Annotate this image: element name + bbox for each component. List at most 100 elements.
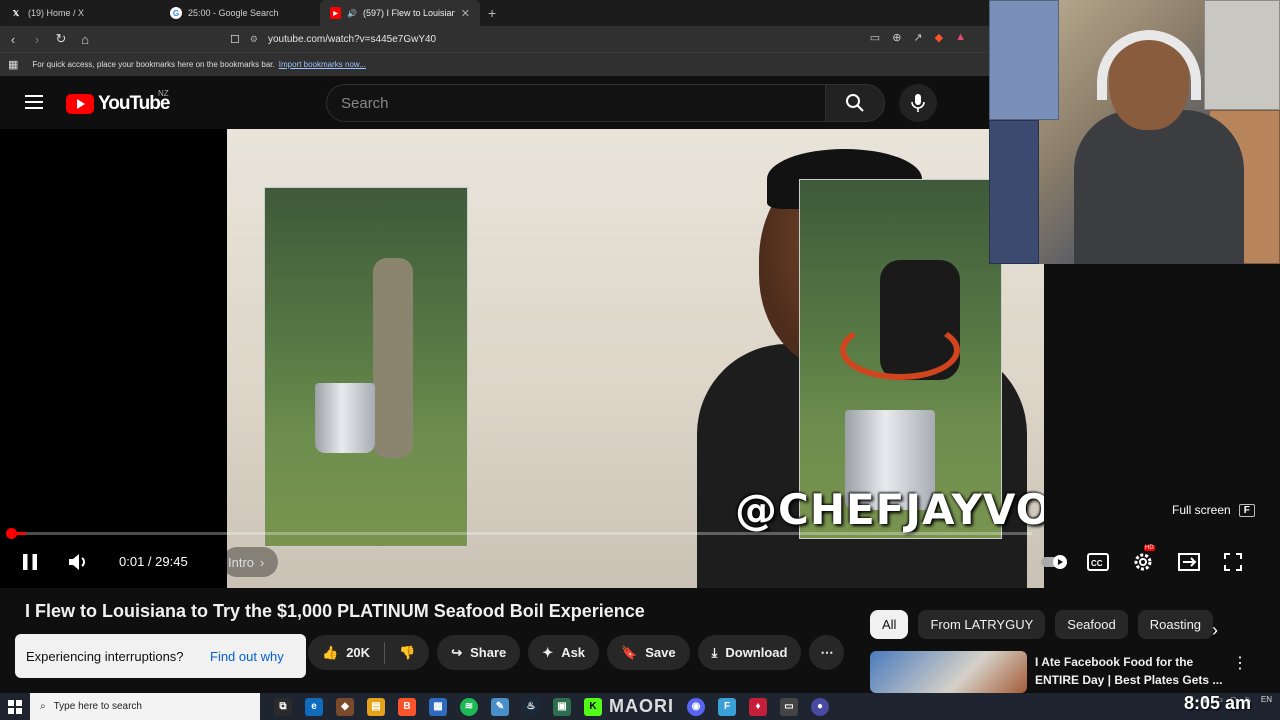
player-controls: 0:01 / 29:45 Intro › CC HD	[0, 544, 1264, 580]
save-label: Save	[645, 645, 676, 660]
menu-icon[interactable]	[25, 95, 43, 109]
svg-text:CC: CC	[1091, 559, 1103, 568]
volume-button[interactable]	[66, 548, 90, 576]
chevron-right-icon[interactable]: ›	[1212, 620, 1218, 641]
forward-icon[interactable]: ›	[30, 32, 44, 47]
site-info-icon[interactable]: ⚙	[250, 34, 258, 45]
new-tab-button[interactable]: +	[480, 5, 504, 21]
recommended-video[interactable]: I Ate Facebook Food for the ENTIRE Day |…	[870, 651, 1270, 693]
brave-shield-icon[interactable]: ◆	[935, 31, 943, 44]
captions-icon: CC	[1087, 553, 1109, 571]
chapter-button[interactable]: Intro ›	[222, 547, 279, 577]
app-icon[interactable]: ◆	[336, 697, 354, 716]
app-icon[interactable]: ▭	[780, 697, 798, 716]
brave-rewards-icon[interactable]: ▲	[955, 31, 966, 44]
voice-search-button[interactable]	[899, 84, 937, 122]
home-icon[interactable]: ⌂	[78, 32, 92, 47]
edge-icon[interactable]: e	[305, 697, 323, 716]
brave-icon[interactable]: B	[398, 697, 416, 716]
pause-icon	[23, 554, 37, 570]
miniplayer-button[interactable]	[1176, 548, 1202, 576]
thumbs-down-icon[interactable]: 👎	[399, 645, 415, 661]
share-button[interactable]: ↪ Share	[437, 635, 521, 670]
progress-scrubber[interactable]	[6, 528, 17, 539]
maori-watermark: MAORI	[609, 696, 674, 716]
chip-all[interactable]: All	[870, 610, 909, 639]
more-actions-button[interactable]: ⋯	[809, 635, 845, 670]
youtube-logo[interactable]: YouTube	[66, 93, 170, 115]
sparkle-icon: ✦	[542, 644, 554, 660]
fullscreen-tooltip: Full screen F	[1172, 503, 1255, 517]
recommended-thumbnail[interactable]	[870, 651, 1027, 693]
apps-grid-icon[interactable]: ▦	[8, 58, 18, 71]
headphones	[1097, 30, 1201, 100]
pause-button[interactable]	[20, 548, 40, 576]
microphone-icon	[911, 94, 925, 112]
recommended-title[interactable]: I Ate Facebook Food for the ENTIRE Day |…	[1035, 653, 1230, 689]
cast-icon[interactable]: ▭	[870, 31, 880, 44]
video-title: I Flew to Louisiana to Try the $1,000 PL…	[25, 601, 645, 621]
back-icon[interactable]: ‹	[6, 32, 20, 47]
tab-youtube-video[interactable]: ▶ 🔊 (597) I Flew to Louisiana to Tr ✕	[320, 0, 480, 26]
video-player[interactable]: @CHEFJAYVOO	[0, 129, 1044, 588]
app-icon[interactable]: F	[718, 697, 736, 716]
poster	[989, 120, 1039, 264]
poster	[1204, 0, 1280, 110]
chevron-right-icon: ›	[260, 554, 265, 570]
search-button[interactable]	[825, 84, 885, 122]
bookmark-icon[interactable]: ☐	[230, 33, 240, 46]
app-icon[interactable]: ▣	[553, 697, 571, 716]
obs-icon[interactable]: ●	[811, 697, 829, 716]
search-icon	[846, 94, 864, 112]
store-icon[interactable]: ▦	[429, 697, 447, 716]
thumbs-up-icon[interactable]: 👍	[322, 645, 338, 661]
save-button[interactable]: 🔖 Save	[607, 635, 690, 670]
settings-button[interactable]: HD	[1130, 545, 1156, 576]
like-dislike-button[interactable]: 👍 20K 👎	[308, 635, 430, 670]
app-icon[interactable]: ♦	[749, 697, 767, 716]
tab-x-home[interactable]: 𝕏 (19) Home / X	[0, 0, 160, 26]
chip-from-channel[interactable]: From LATRYGUY	[918, 610, 1046, 639]
bookmarks-hint: For quick access, place your bookmarks h…	[32, 60, 275, 69]
url-text: youtube.com/watch?v=s445e7GwY40	[267, 33, 437, 45]
spotify-icon[interactable]: ≋	[460, 697, 478, 716]
chip-roasting[interactable]: Roasting	[1137, 610, 1214, 639]
discord-icon[interactable]: ◉	[687, 697, 705, 716]
hd-badge: HD	[1144, 545, 1155, 551]
windows-taskbar: ⌕ Type here to search ⧉ e ◆ ▤ B ▦ ≋ ✎ ♨ …	[0, 693, 1280, 720]
fullscreen-button[interactable]	[1220, 548, 1246, 576]
file-explorer-icon[interactable]: ▤	[367, 697, 385, 716]
share-icon[interactable]: ↗	[913, 31, 922, 44]
time-total: 29:45	[155, 554, 188, 569]
chip-seafood[interactable]: Seafood	[1055, 610, 1128, 639]
bookmark-icon: 🔖	[621, 644, 638, 660]
screen: 𝕏 (19) Home / X G 25:00 - Google Search …	[0, 0, 1280, 720]
notes-icon[interactable]: ✎	[491, 697, 509, 716]
language-indicator[interactable]: EN	[1261, 695, 1272, 704]
video-frame[interactable]: @CHEFJAYVOO	[227, 129, 1044, 588]
autoplay-icon	[1041, 555, 1067, 569]
windows-start-button[interactable]	[0, 699, 30, 714]
reload-icon[interactable]: ↻	[54, 31, 68, 47]
progress-bar[interactable]	[12, 532, 1032, 535]
more-vertical-icon[interactable]: ⋮	[1232, 653, 1248, 673]
taskbar-search[interactable]: ⌕ Type here to search	[30, 693, 260, 720]
chapter-label: Intro	[228, 554, 255, 570]
autoplay-toggle[interactable]	[1040, 548, 1070, 576]
download-button[interactable]: ⤓ Download	[697, 635, 802, 670]
task-view-icon[interactable]: ⧉	[274, 697, 292, 716]
more-horizontal-icon: ⋯	[820, 644, 834, 660]
import-bookmarks-link[interactable]: Import bookmarks now...	[279, 60, 366, 69]
search-input[interactable]: Search	[326, 84, 826, 122]
person-camo	[373, 258, 413, 458]
find-out-why-link[interactable]: Find out why	[210, 649, 284, 664]
kick-icon[interactable]: K	[584, 697, 602, 716]
gear-icon	[1134, 553, 1152, 571]
steam-icon[interactable]: ♨	[522, 697, 540, 716]
zoom-icon[interactable]: ⊕	[892, 31, 901, 44]
ask-button[interactable]: ✦ Ask	[528, 635, 600, 670]
captions-button[interactable]: CC	[1086, 548, 1110, 576]
close-tab-icon[interactable]: ✕	[461, 7, 470, 20]
time-current: 0:01	[119, 554, 145, 569]
tab-google-search[interactable]: G 25:00 - Google Search	[160, 0, 320, 26]
